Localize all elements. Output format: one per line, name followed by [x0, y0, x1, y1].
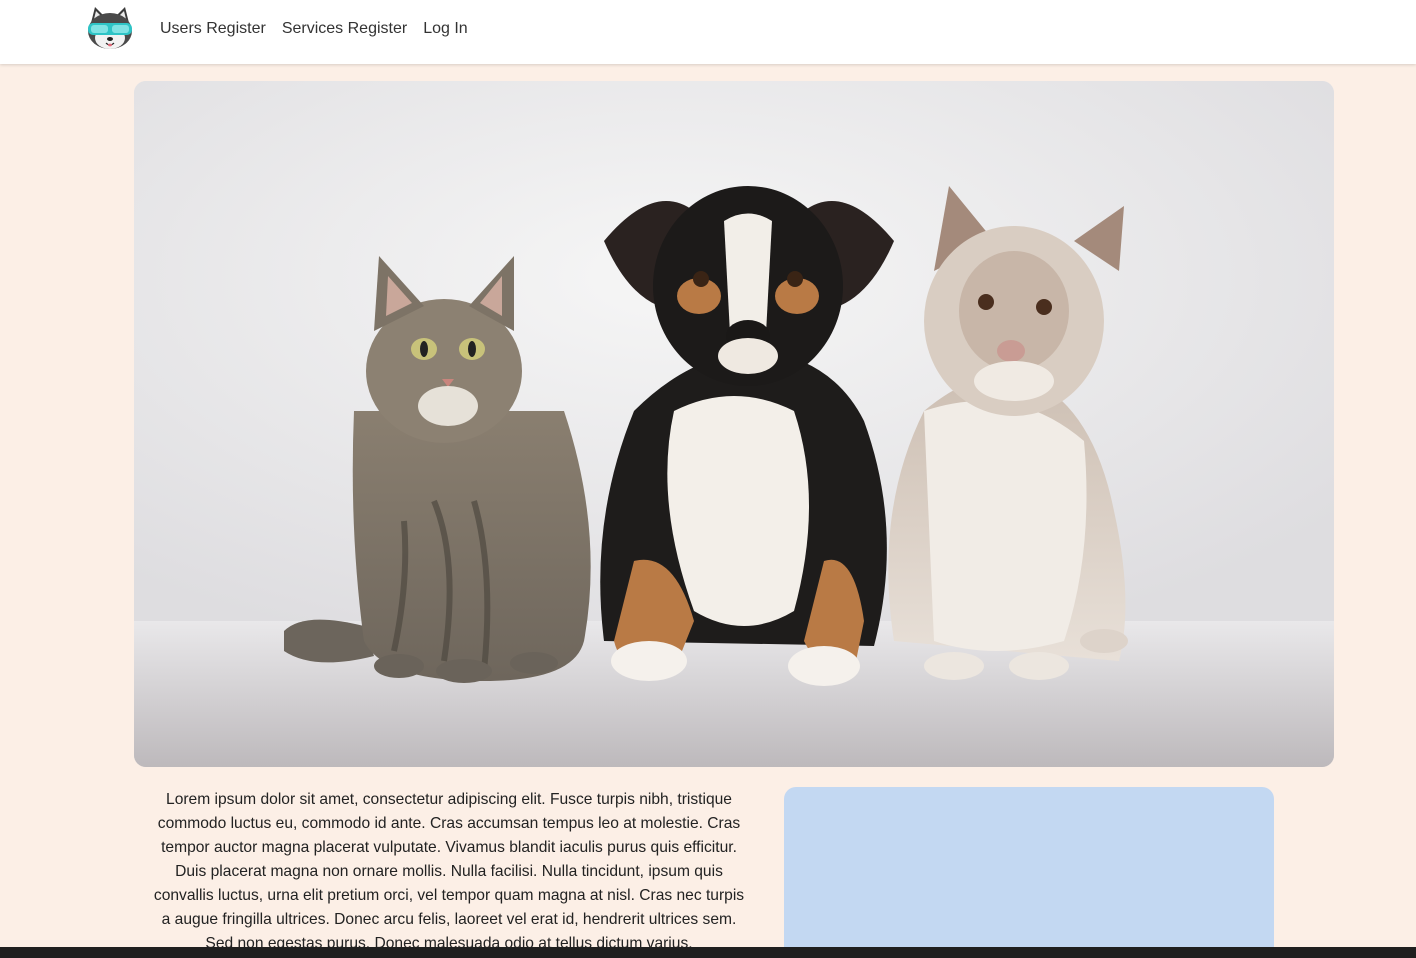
pets-photo-illustration [134, 81, 1334, 767]
top-navbar: Users Register Services Register Log In [0, 0, 1416, 64]
intro-paragraph: Lorem ipsum dolor sit amet, consectetur … [153, 791, 745, 952]
nav-link-log-in[interactable]: Log In [423, 18, 467, 40]
dog-figure [600, 186, 894, 686]
nav-link-services-register[interactable]: Services Register [282, 18, 407, 40]
hero-image [134, 81, 1334, 767]
husky-logo-icon[interactable] [85, 5, 135, 51]
nav-links: Users Register Services Register Log In [160, 18, 468, 40]
side-image-card [784, 787, 1274, 958]
nav-link-users-register[interactable]: Users Register [160, 18, 266, 40]
os-taskbar [0, 947, 1416, 958]
